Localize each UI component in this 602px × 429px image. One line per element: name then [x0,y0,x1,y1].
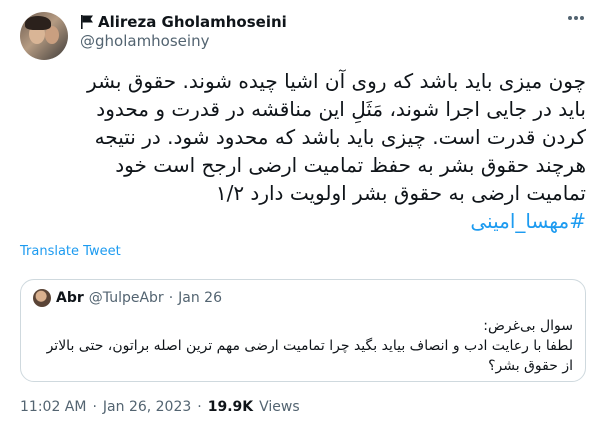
tweet-line: هرچند حقوق بشر به حفظ تمامیت ارضی ارجح ا… [115,153,586,177]
separator-dot: · [168,290,174,306]
tweet-line: تمامیت ارضی به حقوق بشر اولویت دارد ۱/۲ [215,181,586,205]
tweet-metadata: 11:02 AM · Jan 26, 2023 · 19.9K Views [20,399,300,415]
tweet-line: باید در جایی اجرا شوند، مَثَلِ این مناقش… [96,97,586,121]
quoted-author-name[interactable]: Abr [56,290,84,306]
quoted-author-avatar[interactable] [33,289,51,307]
views-count[interactable]: 19.9K [208,399,253,415]
more-options-icon[interactable] [568,16,584,20]
hashtag-link[interactable]: #مهسا_امینی [20,207,586,235]
quoted-tweet-line: سوال بی‌غرض: [483,318,573,334]
quoted-tweet-date[interactable]: Jan 26 [178,290,222,306]
quoted-tweet-text: سوال بی‌غرض: لطفا با رعایت ادب و انصاف ب… [33,316,573,376]
quoted-tweet-header: Abr @TulpeAbr · Jan 26 [33,289,222,307]
tweet-text: چون میزی باید باشد که روی آن اشیا چیده ش… [20,67,586,235]
translate-tweet-link[interactable]: Translate Tweet [20,244,121,259]
separator-dot: · [92,399,97,415]
tweet-date[interactable]: Jan 26, 2023 [103,399,191,415]
quoted-tweet-line: لطفا با رعایت ادب و انصاف بیاید بگید چرا… [46,338,573,354]
author-name-row[interactable]: Alireza Gholamhoseini [80,12,287,32]
quoted-tweet-line: از حقوق بشر؟ [488,358,573,374]
tweet-line: چون میزی باید باشد که روی آن اشیا چیده ش… [87,69,586,93]
quoted-author-handle[interactable]: @TulpeAbr [89,290,164,306]
tweet-time[interactable]: 11:02 AM [20,399,86,415]
tweet-line: کردن قدرت است. چیزی باید باشد که محدود ش… [94,125,586,149]
author-handle[interactable]: @gholamhoseiny [80,32,209,50]
flag-icon [81,15,93,29]
views-label: Views [259,399,300,415]
quoted-tweet[interactable]: Abr @TulpeAbr · Jan 26 سوال بی‌غرض: لطفا… [20,279,586,382]
author-display-name[interactable]: Alireza Gholamhoseini [98,13,287,31]
separator-dot: · [197,399,202,415]
author-avatar[interactable] [20,12,68,60]
avatar-hair [25,16,51,30]
